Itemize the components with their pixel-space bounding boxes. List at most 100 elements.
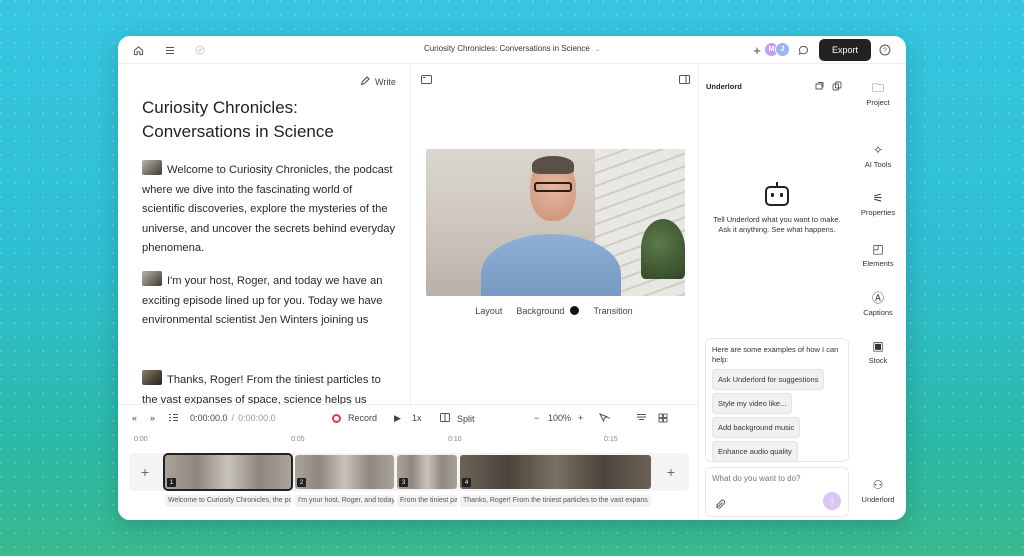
- sparkle-icon: ✧: [872, 143, 884, 157]
- zoom-out-icon[interactable]: −: [534, 413, 539, 423]
- sidebar-item-label: Elements: [862, 259, 894, 268]
- suggestion-chip[interactable]: Add background music: [712, 417, 801, 438]
- underlord-intro: Tell Underlord what you want to make. As…: [713, 215, 841, 234]
- ask-input[interactable]: [712, 474, 842, 483]
- project-title-text: Curiosity Chronicles: Conversations in S…: [423, 44, 590, 53]
- add-collaborator-icon[interactable]: +: [750, 43, 764, 58]
- robot-icon: [765, 182, 789, 206]
- background-button[interactable]: Background: [516, 306, 580, 316]
- sidebar-item-project[interactable]: 🗀 Project: [850, 81, 906, 107]
- new-chat-icon[interactable]: [813, 80, 825, 92]
- clip-number: 4: [462, 478, 471, 487]
- ruler-tick: 0:10: [448, 436, 462, 443]
- time-separator: /: [231, 413, 235, 423]
- speaker-thumbnail[interactable]: [142, 370, 162, 385]
- sidebar-item-label: Project: [866, 98, 890, 107]
- paragraph-text: Thanks, Roger! From the tiniest particle…: [142, 374, 381, 404]
- sidebar-item-properties[interactable]: ⚟ Properties: [850, 191, 906, 217]
- script-paragraph[interactable]: Thanks, Roger! From the tiniest particle…: [142, 370, 397, 404]
- background-color-swatch[interactable]: [570, 306, 580, 315]
- suggestion-chip[interactable]: Enhance audio quality: [712, 441, 798, 462]
- split-button[interactable]: Split: [440, 413, 475, 424]
- copy-icon[interactable]: [831, 80, 843, 92]
- grid-view-icon[interactable]: [658, 413, 668, 423]
- split-label: Split: [457, 413, 475, 424]
- timeline-clip[interactable]: 1: [163, 453, 293, 491]
- add-clip-after-button[interactable]: +: [656, 453, 686, 491]
- sidebar-item-label: AI Tools: [864, 160, 892, 169]
- timecode: 0:00:00.0 / 0:00:00.0: [190, 413, 276, 423]
- caption-segment[interactable]: Welcome to Curiosity Chronicles, the po: [165, 495, 291, 507]
- aspect-ratio-icon[interactable]: [419, 73, 433, 85]
- captions-toggle-icon[interactable]: [636, 413, 647, 421]
- zoom-level[interactable]: 100%: [548, 413, 571, 423]
- speaker-thumbnail[interactable]: [142, 160, 162, 175]
- background-label: Background: [516, 306, 565, 316]
- sidebar-item-captions[interactable]: Ⓐ Captions: [850, 291, 906, 317]
- video-preview-pane: Layout Background Transition: [411, 64, 697, 404]
- video-frame[interactable]: [426, 149, 685, 296]
- script-toggle-icon[interactable]: [168, 413, 179, 422]
- script-paragraph[interactable]: I'm your host, Roger, and today we have …: [142, 271, 397, 331]
- playback-speed[interactable]: 1x: [412, 413, 422, 423]
- collaborator-avatars[interactable]: M J: [764, 42, 790, 57]
- preview-toolbar: Layout Background Transition: [411, 306, 697, 316]
- pointer-tool-icon[interactable]: [599, 413, 611, 422]
- transition-button[interactable]: Transition: [593, 306, 632, 316]
- time-total: 0:00:00.0: [238, 413, 276, 423]
- play-icon[interactable]: ▶: [394, 413, 401, 424]
- speaker-hair: [532, 156, 574, 174]
- caption-segment[interactable]: Thanks, Roger! From the tiniest particle…: [460, 495, 651, 507]
- svg-text:?: ?: [883, 48, 887, 55]
- captions-icon: Ⓐ: [871, 291, 884, 305]
- suggestion-chip[interactable]: Style my video like...: [712, 393, 793, 414]
- skip-back-icon[interactable]: «: [132, 413, 137, 423]
- speaker-thumbnail[interactable]: [142, 271, 162, 286]
- suggestion-chip[interactable]: Ask Underlord for suggestions: [712, 369, 825, 390]
- script-editor[interactable]: Write Curiosity Chronicles: Conversation…: [118, 64, 410, 404]
- split-view-icon[interactable]: [677, 73, 691, 85]
- timeline-clip[interactable]: 3: [397, 455, 457, 489]
- caption-segment[interactable]: From the tiniest pa: [397, 495, 457, 507]
- speaker-glasses: [534, 182, 572, 192]
- sidebar-item-stock[interactable]: ▣ Stock: [850, 339, 906, 365]
- skip-forward-icon[interactable]: »: [150, 413, 155, 423]
- sidebar-item-label: Properties: [860, 208, 896, 217]
- record-button[interactable]: Record: [332, 413, 377, 423]
- sidebar-item-label: Captions: [863, 308, 893, 317]
- sidebar-item-ai-tools[interactable]: ✧ AI Tools: [850, 143, 906, 169]
- zoom-in-icon[interactable]: +: [578, 413, 583, 423]
- write-label: Write: [375, 77, 396, 87]
- comment-icon[interactable]: [796, 43, 810, 57]
- sidebar-item-elements[interactable]: ◰ Elements: [850, 242, 906, 268]
- add-clip-before-button[interactable]: +: [130, 453, 160, 491]
- split-icon: [440, 413, 450, 424]
- send-button[interactable]: ↑: [823, 492, 841, 510]
- help-icon[interactable]: ?: [878, 43, 892, 57]
- avatar: J: [775, 42, 790, 57]
- clip-number: 2: [297, 478, 306, 487]
- write-button[interactable]: Write: [360, 76, 396, 88]
- record-icon: [332, 413, 341, 423]
- script-paragraph[interactable]: Welcome to Curiosity Chronicles, the pod…: [142, 160, 397, 259]
- sidebar-item-underlord[interactable]: ⚇ Underlord: [850, 478, 906, 504]
- time-current: 0:00:00.0: [190, 413, 228, 423]
- export-button[interactable]: Export: [819, 39, 871, 61]
- app-window: Curiosity Chronicles: Conversations in S…: [118, 36, 906, 520]
- right-sidebar: 🗀 Project ✧ AI Tools ⚟ Properties ◰ Elem…: [850, 64, 906, 520]
- sidebar-item-label: Underlord: [861, 495, 895, 504]
- attach-icon[interactable]: [714, 498, 726, 510]
- timeline-clip[interactable]: 2: [295, 455, 394, 489]
- timeline-clip[interactable]: 4: [460, 455, 651, 489]
- underlord-panel-title: Underlord: [706, 82, 742, 91]
- shapes-icon: ◰: [872, 242, 884, 256]
- folder-icon: 🗀: [871, 81, 884, 95]
- caption-segment[interactable]: I'm your host, Roger, and today: [295, 495, 394, 507]
- ask-box[interactable]: ↑: [705, 467, 849, 517]
- script-title[interactable]: Curiosity Chronicles: Conversations in S…: [142, 96, 392, 144]
- clip-number: 3: [399, 478, 408, 487]
- layout-button[interactable]: Layout: [475, 306, 502, 316]
- underlord-panel: Underlord Tell Underlord what you want t…: [698, 64, 850, 520]
- examples-card: Here are some examples of how I can help…: [705, 338, 849, 462]
- clip-number: 1: [167, 478, 176, 487]
